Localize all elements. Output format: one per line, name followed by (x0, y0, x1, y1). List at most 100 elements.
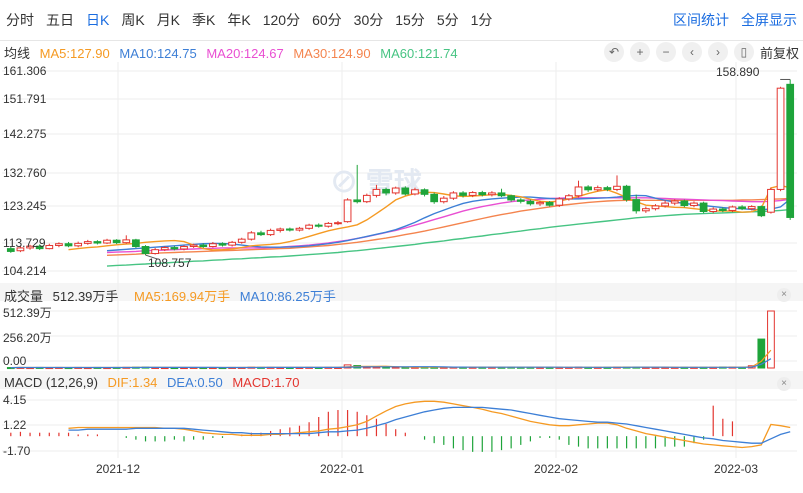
close-macd-icon[interactable]: × (777, 377, 791, 391)
candle (651, 205, 660, 210)
candle (74, 242, 83, 247)
candle (776, 87, 785, 190)
candle (103, 239, 111, 244)
price-tick: 113.729 (3, 236, 46, 250)
candle (603, 187, 612, 190)
candle (661, 202, 669, 207)
candle (593, 187, 602, 191)
candle (622, 185, 631, 201)
candle (468, 192, 477, 196)
candle (430, 193, 439, 203)
candle (786, 83, 795, 218)
x-tick: 2022-03 (713, 462, 759, 476)
price-tick: 161.306 (3, 64, 47, 78)
candle (257, 232, 265, 236)
volume-ma5-line (10, 349, 772, 369)
macd-dif-line (68, 400, 791, 449)
macd-legend: MACD (12,26,9) DIF:1.34 DEA:0.50 MACD:1.… (4, 375, 306, 390)
candle (343, 199, 352, 223)
x-tick: 2021-12 (95, 462, 141, 476)
volume-tick: 0.00 (3, 354, 27, 368)
x-tick: 2022-01 (319, 462, 365, 476)
candle (151, 249, 160, 255)
candle (411, 189, 419, 195)
candle (372, 188, 381, 196)
candle (641, 208, 650, 212)
candle (690, 202, 698, 207)
volume-label: 成交量 (4, 289, 44, 304)
candle (362, 194, 371, 203)
candle (45, 244, 54, 250)
candle (247, 232, 256, 240)
candle (420, 189, 429, 195)
candle (295, 227, 304, 231)
price-tick: 142.275 (3, 127, 47, 141)
volume-tick: 512.39万 (3, 306, 52, 320)
candle (757, 206, 766, 217)
macd-dea: DEA:0.50 (167, 375, 223, 390)
volume-ma10: MA10:86.25万手 (239, 289, 336, 304)
candle (353, 199, 362, 203)
candle (112, 239, 121, 244)
candle (718, 208, 727, 211)
candle (767, 188, 775, 213)
candle (584, 186, 592, 191)
candle (64, 243, 73, 247)
candle (180, 246, 188, 250)
candle (670, 200, 679, 204)
candle (709, 208, 718, 212)
candle (189, 244, 198, 248)
candle (391, 187, 400, 194)
candle (160, 247, 169, 251)
candle (209, 243, 217, 248)
candle (728, 206, 737, 211)
macd-dif: DIF:1.34 (107, 375, 158, 390)
macd-tick: 1.22 (3, 418, 27, 432)
candle (545, 201, 554, 206)
candle (199, 244, 208, 248)
candle (747, 206, 756, 210)
close-volume-icon[interactable]: × (777, 288, 791, 302)
candle (459, 192, 467, 196)
candle (497, 192, 506, 197)
candle (478, 192, 487, 196)
candle (680, 200, 689, 207)
candle (632, 199, 641, 212)
candle (285, 228, 294, 231)
candle (738, 206, 746, 210)
candle (93, 241, 102, 244)
volume-ma5: MA5:169.94万手 (134, 289, 231, 304)
candle (314, 224, 323, 227)
candle (574, 186, 583, 197)
volume-tick: 256.20万 (3, 331, 52, 345)
candle (565, 195, 573, 200)
price-tick: 104.214 (3, 264, 47, 278)
volume-legend: 成交量 512.39万手 MA5:169.94万手 MA10:86.25万手 (4, 286, 342, 305)
high-marker: 158.890 (716, 65, 760, 79)
candle (218, 243, 227, 246)
candle (526, 200, 535, 205)
candle (536, 201, 544, 205)
macd-tick: 4.15 (3, 393, 27, 407)
candle (305, 224, 313, 229)
candle (488, 192, 496, 196)
candle (555, 198, 564, 206)
price-tick: 123.245 (3, 199, 47, 213)
candle (170, 247, 179, 250)
candle (334, 222, 342, 225)
volume-total: 512.39万手 (52, 289, 119, 304)
candle (382, 188, 390, 194)
candle (266, 229, 275, 236)
low-marker: 108.757 (148, 256, 192, 270)
price-tick: 151.791 (3, 92, 47, 106)
candle (276, 228, 285, 231)
macd-value: MACD:1.70 (232, 375, 300, 390)
candle (228, 241, 236, 246)
candle (83, 241, 92, 244)
volume-ma10-line (10, 358, 772, 369)
x-tick: 2022-02 (533, 462, 579, 476)
candle (324, 222, 333, 227)
candle (613, 185, 621, 190)
price-tick: 132.760 (3, 166, 47, 180)
candle (141, 246, 150, 255)
